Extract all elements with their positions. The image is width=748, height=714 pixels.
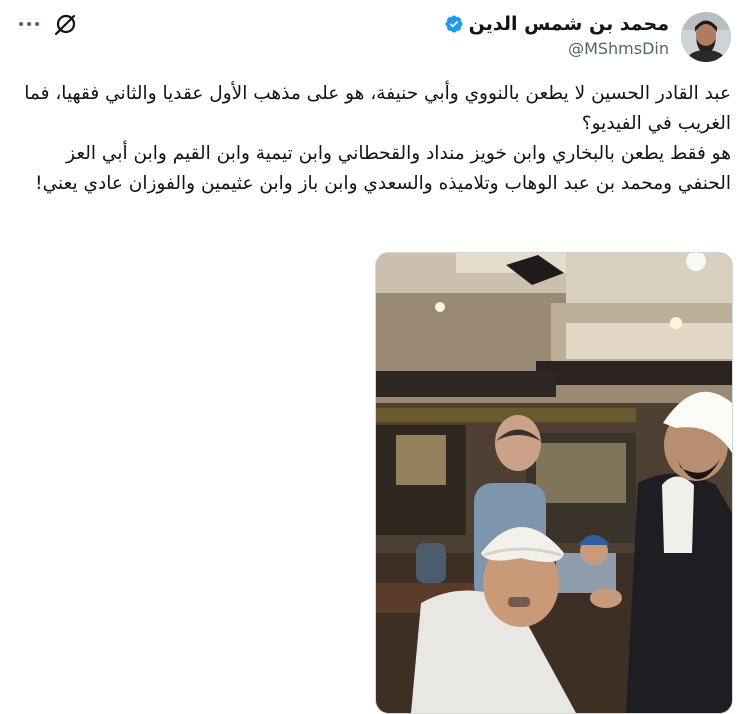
tweet-paragraph-2: هو فقط يطعن بالبخاري وابن خويز منداد وال…	[35, 143, 731, 194]
author-display-name[interactable]: محمد بن شمس الدين	[469, 12, 669, 36]
avatar-image	[681, 12, 731, 62]
avatar[interactable]	[681, 12, 731, 62]
tweet-header: محمد بن شمس الدين @MShmsDin	[0, 0, 748, 70]
video-scene	[376, 253, 732, 713]
author-handle[interactable]: @MShmsDin	[568, 38, 669, 60]
video-thumbnail[interactable]	[375, 252, 733, 714]
tweet-paragraph-1: عبد القادر الحسين لا يطعن بالنووي وأبي ح…	[24, 83, 731, 134]
verified-badge-icon	[445, 15, 463, 33]
grok-icon[interactable]	[53, 11, 79, 37]
author-name-row: محمد بن شمس الدين	[444, 12, 669, 36]
tweet-text: عبد القادر الحسين لا يطعن بالنووي وأبي ح…	[15, 79, 731, 199]
more-options-icon[interactable]	[17, 14, 41, 34]
